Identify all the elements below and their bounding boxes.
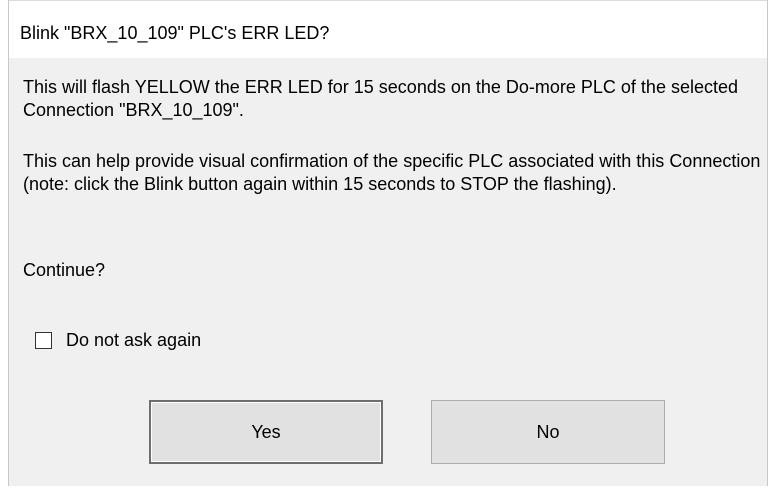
do-not-ask-again-option[interactable]: Do not ask again <box>35 329 201 351</box>
dialog-title-bar[interactable]: Blink "BRX_10_109" PLC's ERR LED? <box>9 0 767 58</box>
blink-confirm-dialog: Blink "BRX_10_109" PLC's ERR LED? This w… <box>8 0 768 486</box>
message-continue-prompt: Continue? <box>23 260 106 280</box>
do-not-ask-again-checkbox[interactable] <box>35 331 52 349</box>
yes-button[interactable]: Yes <box>149 400 383 464</box>
message-flash-description: This will flash YELLOW the ERR LED for 1… <box>23 77 738 120</box>
no-button[interactable]: No <box>431 400 665 464</box>
dialog-title: Blink "BRX_10_109" PLC's ERR LED? <box>20 23 330 43</box>
do-not-ask-again-label[interactable]: Do not ask again <box>66 329 201 351</box>
message-visual-confirmation: This can help provide visual confirmatio… <box>23 151 761 194</box>
